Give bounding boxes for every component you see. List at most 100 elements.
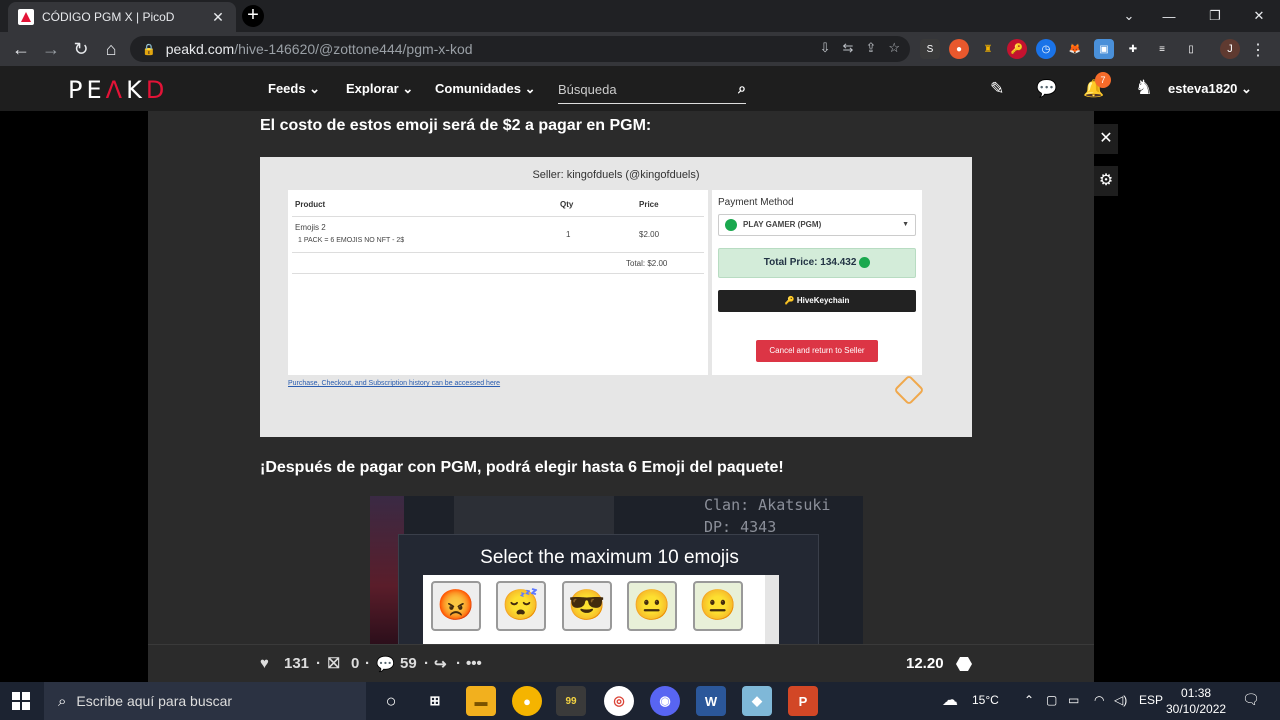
comment-icon[interactable]: 💬: [376, 655, 395, 673]
logo-part: K: [126, 76, 146, 104]
discord-icon[interactable]: ◉: [650, 686, 680, 716]
chat-icon[interactable]: 💬: [1036, 79, 1057, 99]
reload-icon[interactable]: ↻: [70, 38, 92, 60]
peakd-favicon-icon: [18, 9, 34, 25]
url-host: peakd.com: [165, 41, 235, 57]
app-icon[interactable]: ◆: [742, 686, 772, 716]
item-price: $2.00: [639, 230, 660, 239]
browser-menu-icon[interactable]: ⋮: [1250, 40, 1266, 60]
clock[interactable]: 01:38 30/10/2022: [1166, 685, 1226, 717]
word-icon[interactable]: W: [696, 686, 726, 716]
share-icon[interactable]: ⇪: [865, 40, 876, 56]
language-indicator[interactable]: ESP: [1139, 693, 1163, 707]
forward-icon[interactable]: →: [40, 38, 62, 60]
app-icon[interactable]: ●: [512, 686, 542, 716]
close-panel-icon[interactable]: ✕: [1094, 124, 1118, 154]
nav-explorar[interactable]: Explorar ⌄: [346, 81, 413, 97]
url-path: /hive-146620/@zottone444/pgm-x-kod: [234, 41, 473, 57]
payout-value[interactable]: 12.20: [906, 655, 944, 672]
more-options-icon[interactable]: •••: [466, 655, 482, 672]
gifts-count: 0: [351, 655, 360, 672]
metamask-extension-icon[interactable]: 🦊: [1065, 39, 1085, 59]
browser-tab[interactable]: CÓDIGO PGM X | PicoD ✕: [8, 2, 236, 32]
search-input[interactable]: [558, 74, 718, 104]
home-icon[interactable]: ⌂: [100, 38, 122, 60]
upvote-heart-icon[interactable]: ♥: [260, 655, 269, 672]
peakd-logo[interactable]: PEΛKD: [68, 76, 168, 104]
reblog-icon[interactable]: ↪: [434, 655, 447, 673]
cube-logo-icon: [893, 374, 925, 406]
profile-avatar[interactable]: J: [1220, 39, 1240, 59]
modal-title: Select the maximum 10 emojis: [480, 547, 739, 568]
clan-label: Clan: Akatsuki: [704, 496, 831, 514]
powerpoint-icon[interactable]: P: [788, 686, 818, 716]
new-tab-button[interactable]: +: [242, 5, 264, 27]
translate-icon[interactable]: ⇆: [843, 40, 854, 56]
extension-icon[interactable]: ●: [949, 39, 969, 59]
keychain-label: HiveKeychain: [796, 296, 850, 305]
monster-emoji-icon: 😐: [693, 581, 743, 631]
tray-app-icon[interactable]: ▢: [1046, 693, 1057, 707]
logo-part-accent: D: [145, 76, 169, 104]
separator-dot: ·: [365, 655, 370, 672]
site-header: PEΛKD Feeds ⌄ Explorar ⌄ Comunidades ⌄ ⌕…: [0, 66, 1280, 111]
seller-label: Seller: kingofduels (@kingofduels): [532, 169, 700, 181]
game-character-art: [454, 496, 614, 536]
cancel-button: Cancel and return to Seller: [756, 340, 878, 362]
taskbar-search-text: Escribe aquí para buscar: [76, 693, 233, 709]
nav-feeds[interactable]: Feeds ⌄: [268, 81, 320, 97]
pencil-icon[interactable]: ✎: [990, 79, 1004, 99]
hive-keychain-extension-icon[interactable]: 🔑: [1007, 39, 1027, 59]
close-window-button[interactable]: ✕: [1236, 0, 1280, 32]
minimize-window-button[interactable]: —: [1146, 0, 1192, 32]
temperature[interactable]: 15°C: [972, 693, 999, 707]
back-icon[interactable]: ←: [10, 38, 32, 60]
weather-cloud-icon[interactable]: ☁: [942, 690, 958, 710]
install-app-icon[interactable]: ⇩: [820, 40, 831, 56]
item-qty: 1: [566, 230, 571, 239]
tray-chevron-icon[interactable]: ⌃: [1024, 693, 1034, 707]
clock-extension-icon[interactable]: ◷: [1036, 39, 1056, 59]
bookmark-star-icon[interactable]: ☆: [888, 40, 900, 56]
widgets-icon[interactable]: ⊞: [420, 686, 450, 716]
restore-window-button[interactable]: ❐: [1192, 0, 1238, 32]
chrome-icon[interactable]: ◎: [604, 686, 634, 716]
wifi-icon[interactable]: ◠: [1094, 693, 1104, 707]
logo-part: PE: [68, 76, 106, 104]
notifications-icon[interactable]: 🗨: [1242, 691, 1260, 708]
likes-count[interactable]: 131: [284, 655, 309, 672]
separator-dot: ·: [424, 655, 429, 672]
comments-count[interactable]: 59: [400, 655, 417, 672]
windows-start-icon[interactable]: [12, 692, 30, 710]
tab-close-icon[interactable]: ✕: [210, 9, 226, 26]
date: 30/10/2022: [1166, 702, 1227, 716]
nav-comunidades[interactable]: Comunidades ⌄: [435, 81, 535, 97]
reading-list-icon[interactable]: ≡: [1152, 39, 1172, 59]
skype-extension-icon[interactable]: S: [920, 39, 940, 59]
angry-emoji-icon: 😡: [431, 581, 481, 631]
cart-table: Product Qty Price Emojis 2 1 PACK = 6 EM…: [288, 190, 708, 375]
address-bar[interactable]: 🔒 peakd.com /hive-146620/@zottone444/pgm…: [130, 36, 910, 62]
payment-panel: Payment Method PLAY GAMER (PGM) ▼ Total …: [712, 190, 922, 375]
separator-dot: ·: [316, 655, 321, 672]
user-avatar[interactable]: ♞: [1135, 75, 1157, 103]
puzzle-extensions-icon[interactable]: ✚: [1123, 39, 1143, 59]
search-box: ⌕: [558, 74, 746, 104]
app-icon[interactable]: 99: [556, 686, 586, 716]
key-extension-icon[interactable]: ♜: [978, 39, 998, 59]
gift-icon[interactable]: ⛝: [328, 655, 339, 672]
lock-icon: 🔒: [142, 43, 156, 56]
task-view-icon[interactable]: ○: [376, 686, 406, 716]
taskbar-search[interactable]: ⌕ Escribe aquí para buscar: [44, 682, 366, 720]
volume-icon[interactable]: ◁): [1114, 693, 1127, 707]
battery-icon[interactable]: ▭: [1068, 693, 1079, 707]
file-explorer-icon[interactable]: ▬: [466, 686, 496, 716]
key-icon: 🔑: [784, 296, 795, 305]
search-icon[interactable]: ⌕: [738, 80, 746, 97]
side-panel-icon[interactable]: ▯: [1181, 39, 1201, 59]
username-menu[interactable]: esteva1820 ⌄: [1168, 81, 1252, 97]
screen-extension-icon[interactable]: ▣: [1094, 39, 1114, 59]
settings-gear-icon[interactable]: ⚙: [1094, 166, 1118, 196]
checkout-screenshot-image: Seller: kingofduels (@kingofduels) Produ…: [260, 157, 972, 437]
hive-icon: [956, 657, 972, 671]
